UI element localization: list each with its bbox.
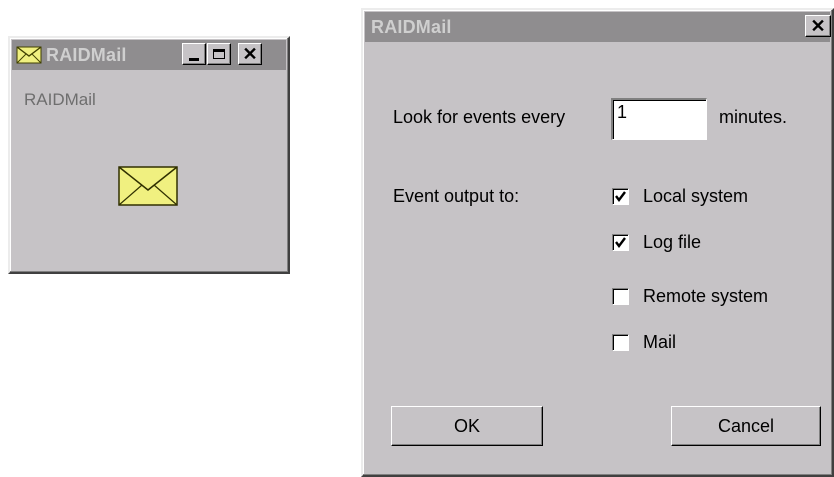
checkbox-log-file[interactable] <box>612 234 629 251</box>
cancel-button[interactable]: Cancel <box>671 406 821 446</box>
checkmark-icon <box>615 191 626 202</box>
interval-unit-label: minutes. <box>719 107 788 127</box>
mail-title-icon <box>16 45 42 65</box>
envelope-icon[interactable] <box>118 166 178 211</box>
checkbox-local-system[interactable] <box>612 188 629 205</box>
checkbox-mail-label[interactable]: Mail <box>643 332 676 353</box>
checkbox-local-system-label[interactable]: Local system <box>643 186 748 207</box>
checkbox-log-file-label[interactable]: Log file <box>643 232 701 253</box>
close-button[interactable]: ✕ <box>238 43 262 65</box>
ok-button[interactable]: OK <box>391 406 543 446</box>
dialog-title: RAIDMail <box>371 16 452 37</box>
checkbox-mail[interactable] <box>612 334 629 351</box>
close-icon: ✕ <box>242 44 258 64</box>
minimize-button[interactable] <box>182 43 206 65</box>
dialog-titlebar[interactable]: RAIDMail ✕ <box>365 12 831 42</box>
checkbox-remote-system-label[interactable]: Remote system <box>643 286 768 307</box>
raidmail-dialog: RAIDMail ✕ Look for events every 1 minut… <box>361 8 834 477</box>
maximize-icon <box>213 49 225 59</box>
dialog-close-button[interactable]: ✕ <box>805 15 831 37</box>
main-window-title: RAIDMail <box>46 44 127 65</box>
checkbox-remote-system[interactable] <box>612 288 629 305</box>
interval-label: Look for events every <box>393 107 566 127</box>
main-window-body-label: RAIDMail <box>24 90 96 109</box>
checkmark-icon <box>615 237 626 248</box>
close-icon: ✕ <box>810 16 826 36</box>
interval-input[interactable]: 1 <box>611 98 707 140</box>
minimize-icon <box>189 57 199 61</box>
output-label: Event output to: <box>393 186 520 206</box>
main-window-titlebar[interactable]: RAIDMail ✕ <box>12 40 286 70</box>
maximize-button[interactable] <box>207 43 231 65</box>
raidmail-main-window: RAIDMail ✕ RAIDMail <box>8 36 290 274</box>
